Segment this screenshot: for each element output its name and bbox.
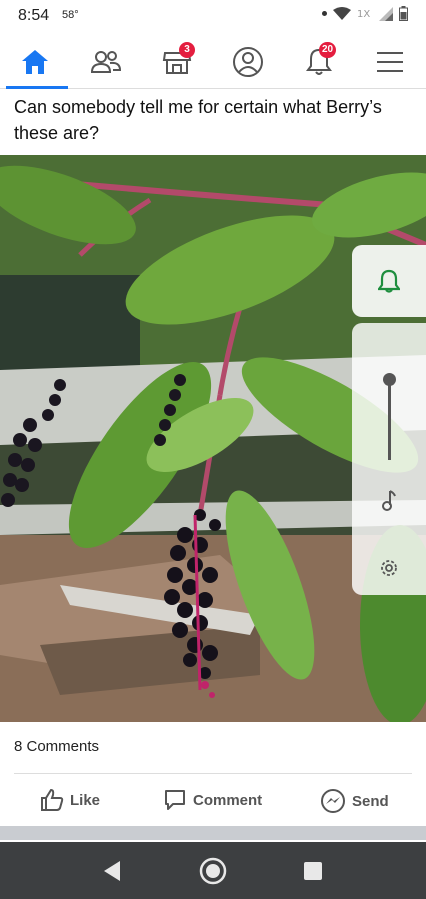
music-note-icon[interactable]	[380, 489, 398, 511]
thumbs-up-icon	[41, 788, 64, 811]
send-button[interactable]: Send	[320, 788, 389, 814]
ringer-button[interactable]	[352, 245, 426, 317]
dot-icon	[322, 11, 327, 16]
system-nav-bar	[0, 842, 426, 899]
back-button[interactable]	[98, 857, 126, 885]
bell-icon	[378, 269, 400, 293]
send-label: Send	[352, 792, 389, 810]
comment-label: Comment	[193, 791, 263, 809]
friends-icon	[90, 51, 122, 73]
signal-icon	[379, 6, 393, 21]
volume-slider-panel	[352, 323, 426, 595]
tab-notifications[interactable]: 20	[295, 40, 343, 84]
post-actions: Like Comment Send	[0, 780, 426, 824]
active-tab-indicator	[6, 86, 68, 89]
status-bar: 8:54 58° 1X	[0, 0, 426, 34]
notifications-badge: 20	[319, 42, 337, 58]
tab-profile[interactable]	[224, 40, 272, 84]
home-nav-button[interactable]	[199, 857, 227, 885]
post-text: Can somebody tell me for certain what Be…	[14, 97, 382, 143]
svg-text:1X: 1X	[357, 9, 370, 20]
home-circle-icon	[199, 857, 227, 885]
tab-home[interactable]	[11, 40, 59, 84]
volume-slider-track[interactable]	[388, 378, 391, 460]
recents-button[interactable]	[299, 857, 327, 885]
like-label: Like	[70, 791, 101, 809]
back-icon	[104, 861, 120, 881]
status-icons: 1X	[322, 6, 408, 21]
top-tab-bar: 3 20	[0, 34, 426, 89]
tab-menu[interactable]	[366, 40, 414, 84]
tab-friends[interactable]	[82, 40, 130, 84]
status-temperature: 58°	[62, 9, 79, 21]
status-time: 8:54	[18, 7, 50, 24]
like-button[interactable]: Like	[40, 788, 100, 812]
profile-icon	[233, 47, 263, 77]
wifi-icon	[333, 6, 351, 20]
comments-count[interactable]: 8 Comments	[14, 738, 99, 755]
divider	[14, 773, 412, 774]
comment-button[interactable]: Comment	[163, 788, 262, 812]
tab-marketplace[interactable]: 3	[153, 40, 201, 84]
marketplace-badge: 3	[179, 42, 195, 58]
feed-separator	[0, 826, 426, 840]
settings-icon[interactable]	[380, 559, 398, 577]
comment-icon	[165, 790, 185, 810]
mute-x-icon: 1X	[357, 9, 370, 20]
recents-icon	[304, 862, 322, 880]
messenger-icon	[321, 789, 345, 813]
volume-panel	[352, 245, 426, 595]
battery-icon	[399, 6, 408, 21]
menu-icon	[377, 52, 403, 72]
home-icon	[22, 50, 48, 74]
volume-slider-thumb[interactable]	[383, 373, 396, 386]
